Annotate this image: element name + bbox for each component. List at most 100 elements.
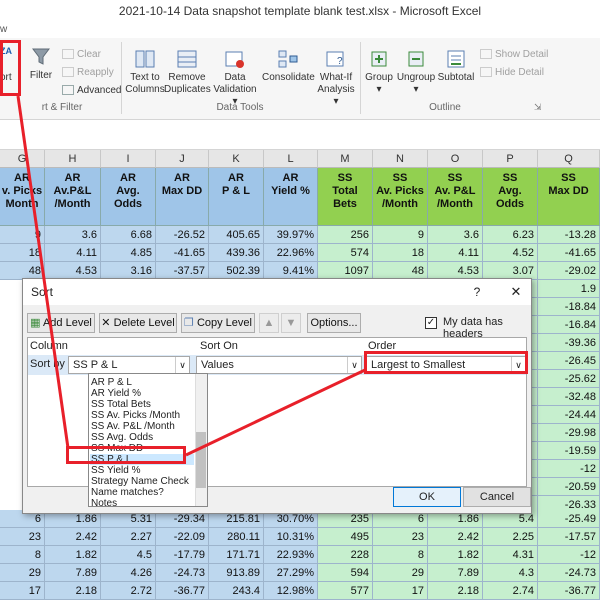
- table-cell[interactable]: 1.9: [538, 280, 600, 298]
- advanced-filter-button[interactable]: Advanced: [62, 84, 121, 98]
- table-cell[interactable]: 17: [0, 582, 45, 600]
- table-cell[interactable]: -17.57: [538, 528, 600, 546]
- header-cell[interactable]: SS Av. P&L/Month: [428, 168, 483, 226]
- table-cell[interactable]: 9: [0, 226, 45, 244]
- table-cell[interactable]: 8: [0, 546, 45, 564]
- copy-level-button[interactable]: ❐ Copy Level: [181, 313, 255, 333]
- dropdown-item[interactable]: SS Total Bets: [91, 399, 151, 410]
- table-cell[interactable]: -36.77: [156, 582, 209, 600]
- table-cell[interactable]: 4.26: [101, 564, 156, 582]
- column-header-k[interactable]: K: [209, 150, 264, 168]
- table-cell[interactable]: 2.42: [45, 528, 101, 546]
- help-button[interactable]: ?: [467, 279, 487, 305]
- table-cell[interactable]: -41.65: [156, 244, 209, 262]
- table-cell[interactable]: 405.65: [209, 226, 264, 244]
- table-cell[interactable]: -25.49: [538, 510, 600, 528]
- column-header-m[interactable]: M: [318, 150, 373, 168]
- table-cell[interactable]: 2.18: [45, 582, 101, 600]
- table-cell[interactable]: -17.79: [156, 546, 209, 564]
- formula-bar-area[interactable]: [0, 120, 600, 150]
- table-cell[interactable]: 9: [373, 226, 428, 244]
- table-cell[interactable]: 2.18: [428, 582, 483, 600]
- table-cell[interactable]: 280.11: [209, 528, 264, 546]
- table-cell[interactable]: 228: [318, 546, 373, 564]
- table-cell[interactable]: 39.97%: [264, 226, 318, 244]
- add-level-button[interactable]: ▦ Add Level: [27, 313, 95, 333]
- tab-view-partial[interactable]: w: [0, 24, 7, 35]
- table-cell[interactable]: 913.89: [209, 564, 264, 582]
- table-cell[interactable]: 6.23: [483, 226, 538, 244]
- dropdown-item[interactable]: Name matches?: [91, 487, 164, 498]
- table-cell[interactable]: 3.6: [428, 226, 483, 244]
- table-cell[interactable]: -26.52: [156, 226, 209, 244]
- table-cell[interactable]: -22.09: [156, 528, 209, 546]
- scrollbar-thumb[interactable]: [196, 432, 206, 488]
- table-cell[interactable]: 594: [318, 564, 373, 582]
- header-cell[interactable]: AR v. Picks Month: [0, 168, 45, 226]
- column-header-p[interactable]: P: [483, 150, 538, 168]
- subtotal-button[interactable]: Subtotal: [436, 48, 476, 84]
- ungroup-button[interactable]: Ungroup ▾: [396, 48, 436, 96]
- table-cell[interactable]: 12.98%: [264, 582, 318, 600]
- sort-button[interactable]: ZA ort: [0, 46, 16, 84]
- table-cell[interactable]: -19.59: [538, 442, 600, 460]
- table-cell[interactable]: 7.89: [428, 564, 483, 582]
- headers-checkbox[interactable]: ✓: [425, 317, 437, 329]
- sort-by-combobox[interactable]: SS P & L ∨: [68, 356, 190, 374]
- table-cell[interactable]: 439.36: [209, 244, 264, 262]
- table-cell[interactable]: -41.65: [538, 244, 600, 262]
- text-to-columns-button[interactable]: Text to Columns: [124, 48, 166, 96]
- table-cell[interactable]: 574: [318, 244, 373, 262]
- table-cell[interactable]: 4.11: [45, 244, 101, 262]
- consolidate-button[interactable]: Consolidate: [262, 48, 315, 84]
- show-detail-button[interactable]: Show Detail: [480, 48, 548, 62]
- header-cell[interactable]: SS Avg. Odds: [483, 168, 538, 226]
- table-cell[interactable]: 4.11: [428, 244, 483, 262]
- table-cell[interactable]: 7.89: [45, 564, 101, 582]
- table-cell[interactable]: -36.77: [538, 582, 600, 600]
- table-cell[interactable]: -12: [538, 460, 600, 478]
- move-down-button[interactable]: ▼: [281, 313, 301, 333]
- table-cell[interactable]: -13.28: [538, 226, 600, 244]
- table-cell[interactable]: -20.59: [538, 478, 600, 496]
- options-button[interactable]: Options...: [307, 313, 361, 333]
- table-cell[interactable]: 23: [0, 528, 45, 546]
- table-cell[interactable]: 4.5: [101, 546, 156, 564]
- column-header-l[interactable]: L: [264, 150, 318, 168]
- table-cell[interactable]: 4.31: [483, 546, 538, 564]
- column-header-q[interactable]: Q: [538, 150, 600, 168]
- clear-filter-button[interactable]: Clear: [62, 48, 101, 62]
- sort-level-row[interactable]: Sort by SS P & L ∨ Values ∨ Largest to S…: [28, 355, 526, 375]
- header-cell[interactable]: AR Max DD: [156, 168, 209, 226]
- table-cell[interactable]: -12: [538, 546, 600, 564]
- column-header-n[interactable]: N: [373, 150, 428, 168]
- table-cell[interactable]: 2.72: [101, 582, 156, 600]
- move-up-button[interactable]: ▲: [259, 313, 279, 333]
- table-cell[interactable]: 29: [373, 564, 428, 582]
- dialog-launcher-icon[interactable]: ⇲: [534, 102, 542, 113]
- table-cell[interactable]: 2.25: [483, 528, 538, 546]
- dropdown-item[interactable]: AR P & L: [91, 377, 132, 388]
- table-cell[interactable]: 4.52: [483, 244, 538, 262]
- sort-on-combobox[interactable]: Values ∨: [196, 356, 362, 374]
- table-cell[interactable]: -16.84: [538, 316, 600, 334]
- table-cell[interactable]: 2.27: [101, 528, 156, 546]
- header-cell[interactable]: AR Av.P&L/Month: [45, 168, 101, 226]
- header-cell[interactable]: SS Max DD: [538, 168, 600, 226]
- order-combobox[interactable]: Largest to Smallest ∨: [366, 356, 526, 374]
- filter-button[interactable]: Filter: [26, 46, 56, 82]
- table-cell[interactable]: 8: [373, 546, 428, 564]
- column-header-g[interactable]: G: [0, 150, 45, 168]
- table-cell[interactable]: -32.48: [538, 388, 600, 406]
- delete-level-button[interactable]: ✕ Delete Level: [99, 313, 177, 333]
- dropdown-item[interactable]: Notes: [91, 498, 117, 506]
- hide-detail-button[interactable]: Hide Detail: [480, 66, 544, 80]
- what-if-analysis-button[interactable]: ? What-If Analysis ▾: [314, 48, 358, 108]
- table-cell[interactable]: 171.71: [209, 546, 264, 564]
- dropdown-item[interactable]: SS Avg. Odds: [91, 432, 153, 443]
- table-cell[interactable]: 256: [318, 226, 373, 244]
- dropdown-scrollbar[interactable]: [195, 374, 207, 506]
- table-cell[interactable]: -24.73: [538, 564, 600, 582]
- dropdown-item[interactable]: Strategy Name Check: [91, 476, 189, 487]
- ok-button[interactable]: OK: [393, 487, 461, 507]
